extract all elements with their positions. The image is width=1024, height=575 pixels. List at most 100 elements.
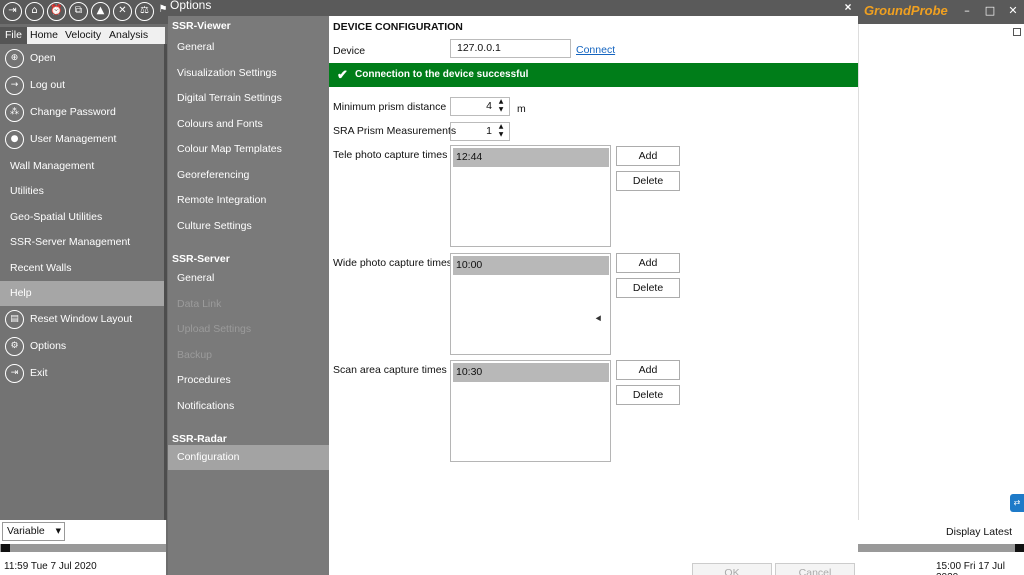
decrement-icon[interactable]: ▼ xyxy=(496,131,506,139)
nav-item-digital-terrain-settings[interactable]: Digital Terrain Settings xyxy=(168,86,329,111)
device-configuration-panel: DEVICE CONFIGURATION Device 127.0.0.1 Co… xyxy=(329,16,858,575)
tele-capture-list[interactable]: 12:44 xyxy=(450,145,611,247)
list-item[interactable]: 10:30 xyxy=(453,363,609,382)
device-address-input[interactable]: 127.0.0.1 xyxy=(450,39,571,58)
scale-icon[interactable]: ⚖ xyxy=(135,2,154,21)
decrement-icon[interactable]: ▼ xyxy=(496,106,506,114)
sidebar-item-ssr-server-management[interactable]: SSR-Server Management xyxy=(0,230,164,255)
tele-delete-button[interactable]: Delete xyxy=(616,171,680,191)
sidebar-item-exit[interactable]: ⇥ Exit xyxy=(0,361,164,386)
nav-item-culture-settings[interactable]: Culture Settings xyxy=(168,214,329,239)
nav-item-colours-and-fonts[interactable]: Colours and Fonts xyxy=(168,112,329,137)
sidebar-item-geo-spatial-utilities[interactable]: Geo-Spatial Utilities xyxy=(0,205,164,230)
increment-icon[interactable]: ▲ xyxy=(496,98,506,106)
scan-capture-list[interactable]: 10:30 xyxy=(450,360,611,462)
sra-prism-stepper[interactable]: 1 ▲ ▼ xyxy=(450,122,510,141)
min-prism-stepper[interactable]: 4 ▲ ▼ xyxy=(450,97,510,116)
scan-add-button[interactable]: Add xyxy=(616,360,680,380)
alarm-icon[interactable]: ⏰ xyxy=(47,2,66,21)
nav-item-configuration[interactable]: Configuration xyxy=(168,445,329,470)
sra-prism-value: 1 xyxy=(486,125,492,137)
nav-item-visualization-settings[interactable]: Visualization Settings xyxy=(168,61,329,86)
right-timeline-marker[interactable] xyxy=(1015,544,1024,552)
menu-file[interactable]: File xyxy=(0,27,27,44)
antenna-icon[interactable]: ✕ xyxy=(113,2,132,21)
open-icon: ⊕ xyxy=(5,49,24,68)
maximize-button[interactable]: □ xyxy=(983,4,997,18)
close-app-button[interactable]: ✕ xyxy=(1006,4,1020,18)
minimize-button[interactable]: – xyxy=(960,4,974,18)
scan-capture-label: Scan area capture times xyxy=(333,364,447,376)
tele-capture-label: Tele photo capture times xyxy=(333,149,448,161)
display-latest-label[interactable]: Display Latest xyxy=(946,526,1012,538)
list-item[interactable]: 12:44 xyxy=(453,148,609,167)
home-icon[interactable]: ⌂ xyxy=(25,2,44,21)
sidebar-item-change-password[interactable]: ⁂ Change Password xyxy=(0,100,164,125)
menu-home[interactable]: Home xyxy=(30,29,58,41)
sidebar-item-wall-management[interactable]: Wall Management xyxy=(0,154,164,179)
success-message: Connection to the device successful xyxy=(355,69,529,80)
left-timeline-marker[interactable] xyxy=(1,544,10,552)
sidebar-item-options[interactable]: ⚙ Options xyxy=(0,334,164,359)
panel-toggle-icon[interactable] xyxy=(1013,28,1021,36)
nav-item-colour-map-templates[interactable]: Colour Map Templates xyxy=(168,137,329,162)
list-item[interactable]: 10:00 xyxy=(453,256,609,275)
nav-header-ssr-server: SSR-Server xyxy=(172,253,230,265)
variable-dropdown[interactable]: Variable ▼ xyxy=(2,522,65,541)
logout-icon: → xyxy=(5,76,24,95)
checkmark-icon: ✔ xyxy=(337,67,348,82)
cancel-button[interactable]: Cancel xyxy=(775,563,855,575)
wide-capture-list[interactable]: 10:00 xyxy=(450,253,611,355)
sidebar-item-label: SSR-Server Management xyxy=(10,236,131,248)
sidebar-item-logout[interactable]: → Log out xyxy=(0,73,164,98)
nav-item-server-general[interactable]: General xyxy=(168,266,329,291)
ok-button[interactable]: OK xyxy=(692,563,772,575)
left-timestamp: 11:59 Tue 7 Jul 2020 xyxy=(4,561,97,572)
sidebar-item-reset-window-layout[interactable]: ▤ Reset Window Layout xyxy=(0,307,164,332)
right-timestamp: 15:00 Fri 17 Jul 2020 xyxy=(936,561,1005,575)
wide-delete-button[interactable]: Delete xyxy=(616,278,680,298)
sidebar-item-recent-walls[interactable]: Recent Walls xyxy=(0,256,164,281)
sidebar-scrollbar[interactable] xyxy=(164,44,167,520)
menu-bar: File Home Velocity Analysis xyxy=(0,27,165,44)
nav-item-notifications[interactable]: Notifications xyxy=(168,394,329,419)
sra-prism-label: SRA Prism Measurements xyxy=(333,125,457,137)
nav-item-procedures[interactable]: Procedures xyxy=(168,368,329,393)
sidebar-item-label: Geo-Spatial Utilities xyxy=(10,211,103,223)
file-menu-sidebar: ⊕ Open → Log out ⁂ Change Password ● Use… xyxy=(0,44,164,520)
nav-item-georeferencing[interactable]: Georeferencing xyxy=(168,163,329,188)
groundprobe-logo: GroundProbe xyxy=(864,3,948,18)
nav-item-backup: Backup xyxy=(177,349,213,361)
mountain-icon[interactable]: ▲ xyxy=(91,2,110,21)
nav-header-ssr-viewer: SSR-Viewer xyxy=(172,20,231,32)
sidebar-item-help[interactable]: Help xyxy=(0,281,164,306)
wide-capture-label: Wide photo capture times xyxy=(333,257,453,269)
nav-item-remote-integration[interactable]: Remote Integration xyxy=(168,188,329,213)
gear-icon: ⚙ xyxy=(5,337,24,356)
key-icon: ⁂ xyxy=(5,103,24,122)
wide-add-button[interactable]: Add xyxy=(616,253,680,273)
options-nav: SSR-Viewer General Visualization Setting… xyxy=(168,16,329,575)
options-close-button[interactable]: × xyxy=(838,0,858,14)
menu-velocity[interactable]: Velocity xyxy=(65,29,101,41)
sidebar-item-open[interactable]: ⊕ Open xyxy=(0,46,164,71)
sidebar-item-user-management[interactable]: ● User Management xyxy=(0,127,164,152)
tele-add-button[interactable]: Add xyxy=(616,146,680,166)
min-prism-label: Minimum prism distance xyxy=(333,101,447,113)
left-timeline-bar[interactable] xyxy=(0,544,166,552)
right-panel: ⇄ xyxy=(858,24,1024,520)
connect-link[interactable]: Connect xyxy=(576,44,615,56)
right-timeline-bar[interactable] xyxy=(858,544,1024,552)
nav-item-general[interactable]: General xyxy=(168,35,329,60)
scan-delete-button[interactable]: Delete xyxy=(616,385,680,405)
sidebar-item-utilities[interactable]: Utilities xyxy=(0,179,164,204)
teamviewer-icon[interactable]: ⇄ xyxy=(1010,494,1024,512)
copy-icon[interactable]: ⧉ xyxy=(69,2,88,21)
nav-header-ssr-radar: SSR-Radar xyxy=(172,433,227,445)
sidebar-item-label: Help xyxy=(10,287,32,299)
chevron-down-icon: ▼ xyxy=(55,527,61,535)
menu-analysis[interactable]: Analysis xyxy=(109,29,148,41)
dropdown-value: Variable xyxy=(7,525,45,537)
increment-icon[interactable]: ▲ xyxy=(496,123,506,131)
logout-icon[interactable]: ⇥ xyxy=(3,2,22,21)
